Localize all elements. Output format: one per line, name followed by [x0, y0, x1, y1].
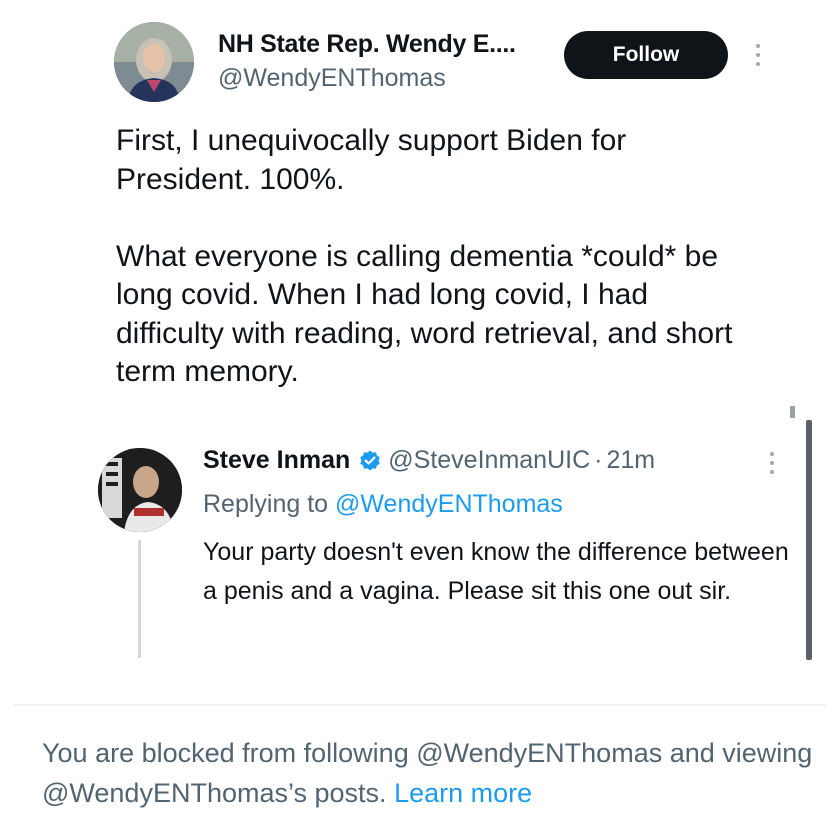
- display-name[interactable]: NH State Rep. Wendy E....: [218, 30, 516, 59]
- avatar[interactable]: [114, 22, 194, 102]
- reply-display-name[interactable]: Steve Inman: [203, 446, 350, 475]
- verified-badge-icon: [360, 450, 380, 470]
- reply-text: Your party doesn't even know the differe…: [203, 538, 789, 605]
- reply-user-handle[interactable]: @SteveInmanUIC: [388, 446, 590, 475]
- more-options-icon[interactable]: [752, 44, 764, 66]
- replying-to-line: Replying to @WendyENThomas: [203, 490, 563, 519]
- replying-to-mention[interactable]: @WendyENThomas: [335, 490, 563, 518]
- thread-line: [138, 540, 141, 658]
- profile-photo: [114, 22, 194, 102]
- scroll-marker: [790, 406, 795, 418]
- tweet-text: First, I unequivocally support Biden for…: [116, 124, 733, 388]
- replying-to-label: Replying to: [203, 490, 329, 518]
- follow-button[interactable]: Follow: [564, 31, 728, 79]
- learn-more-link[interactable]: Learn more: [394, 778, 532, 808]
- reply-more-options-icon[interactable]: [766, 452, 778, 474]
- reply-header: Steve Inman @SteveInmanUIC · 21m: [203, 446, 655, 475]
- divider: [14, 704, 826, 706]
- blocked-notice: You are blocked from following @WendyENT…: [42, 733, 822, 813]
- separator-dot: ·: [594, 446, 603, 474]
- scrollbar[interactable]: [806, 420, 812, 660]
- reply-profile-photo: [98, 448, 182, 532]
- user-handle[interactable]: @WendyENThomas: [218, 64, 446, 93]
- tweet-card: NH State Rep. Wendy E.... @WendyENThomas…: [0, 0, 840, 700]
- reply-avatar[interactable]: [98, 448, 182, 532]
- reply-timestamp[interactable]: 21m: [606, 446, 655, 475]
